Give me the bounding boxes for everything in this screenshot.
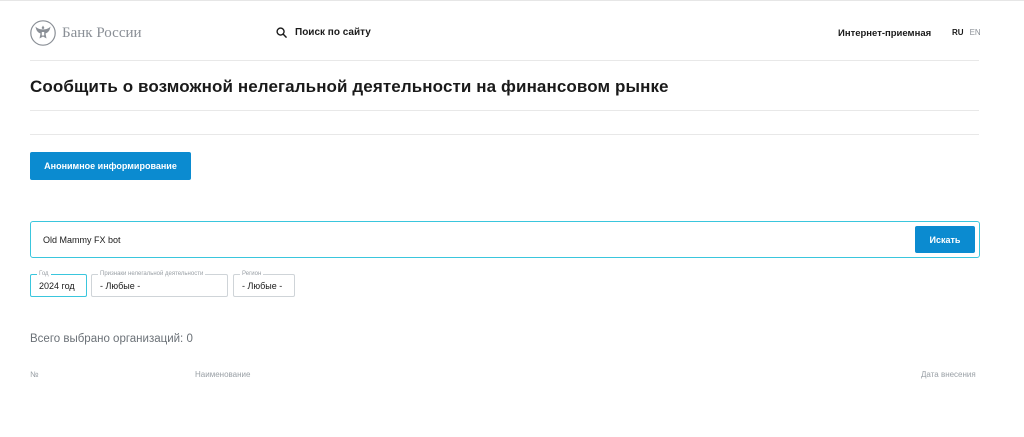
region-filter-value: - Любые - (242, 281, 283, 291)
region-filter[interactable]: Регион - Любые - (233, 270, 295, 297)
site-search-label: Поиск по сайту (295, 27, 371, 38)
year-filter-label: Год (37, 270, 51, 278)
site-header: Банк России Поиск по сайту Интернет-прие… (30, 18, 981, 50)
internet-reception-link[interactable]: Интернет-приемная (838, 28, 931, 39)
organization-search-box: Искать (30, 221, 980, 258)
top-border (0, 0, 1024, 1)
column-header-date[interactable]: Дата внесения (921, 370, 976, 379)
anonymous-report-button[interactable]: Анонимное информирование (30, 152, 191, 180)
column-header-name[interactable]: Наименование (195, 370, 250, 379)
title-divider (30, 110, 979, 111)
illegal-activity-filter[interactable]: Признаки нелегальной деятельности - Любы… (91, 270, 228, 297)
region-filter-label: Регион (240, 270, 264, 278)
bank-eagle-emblem-icon (30, 20, 56, 46)
section-divider (30, 134, 979, 135)
site-search-link[interactable]: Поиск по сайту (276, 27, 371, 38)
lang-ru[interactable]: RU (952, 28, 964, 37)
site-logo[interactable]: Банк России (30, 20, 142, 46)
results-total: Всего выбрано организаций: 0 (30, 333, 193, 345)
year-filter-value: 2024 год (39, 281, 75, 291)
language-switch: RU EN (952, 28, 981, 37)
year-filter[interactable]: Год 2024 год (30, 270, 87, 297)
logo-text: Банк России (62, 24, 142, 41)
search-icon (276, 27, 287, 38)
header-divider (30, 60, 979, 61)
lang-en[interactable]: EN (970, 28, 981, 37)
column-header-number[interactable]: № (30, 370, 39, 379)
page-title: Сообщить о возможной нелегальной деятель… (30, 77, 669, 96)
organization-search-input[interactable] (43, 231, 903, 249)
illegal-activity-filter-value: - Любые - (100, 281, 141, 291)
search-button[interactable]: Искать (915, 226, 975, 253)
illegal-activity-filter-label: Признаки нелегальной деятельности (98, 270, 206, 278)
